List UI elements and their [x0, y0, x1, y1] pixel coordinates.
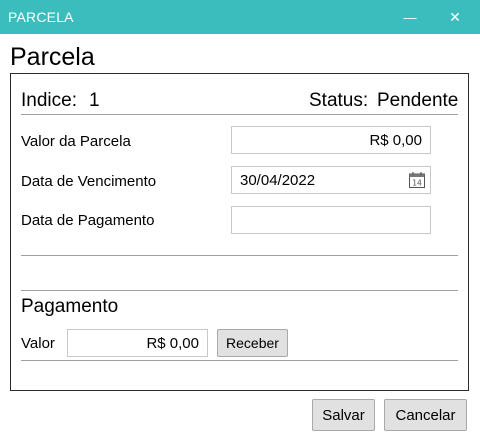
- minimize-icon: —: [403, 9, 417, 25]
- cancel-button-label: Cancelar: [395, 406, 456, 424]
- section-divider-2: [21, 290, 458, 291]
- pagamento-valor-label: Valor: [21, 335, 55, 352]
- header-divider: [21, 114, 458, 115]
- svg-text:14: 14: [412, 179, 422, 188]
- page-title: Parcela: [10, 43, 95, 71]
- parcela-panel: Indice: 1 Status: Pendente Valor da Parc…: [10, 73, 469, 391]
- receber-button[interactable]: Receber: [217, 329, 288, 357]
- save-button[interactable]: Salvar: [312, 399, 375, 431]
- data-pagamento-label: Data de Pagamento: [21, 212, 155, 229]
- valor-parcela-field[interactable]: R$ 0,00: [231, 126, 431, 154]
- data-vencimento-value: 30/04/2022: [240, 171, 316, 189]
- valor-parcela-label: Valor da Parcela: [21, 133, 131, 150]
- section-divider-3: [21, 360, 458, 361]
- status-value: Pendente: [377, 90, 459, 111]
- pagamento-valor-field[interactable]: R$ 0,00: [67, 329, 208, 357]
- save-button-label: Salvar: [322, 406, 365, 424]
- window-title: PARCELA: [8, 9, 74, 25]
- section-divider-1: [21, 255, 458, 256]
- close-button[interactable]: ✕: [435, 0, 475, 34]
- calendar-icon[interactable]: 14: [408, 171, 426, 189]
- window-titlebar: PARCELA — ✕: [0, 0, 480, 34]
- receber-button-label: Receber: [226, 335, 279, 351]
- data-vencimento-picker[interactable]: 30/04/2022 14: [231, 166, 431, 194]
- pagamento-valor-value: R$ 0,00: [146, 334, 199, 352]
- pagamento-section-title: Pagamento: [21, 296, 119, 317]
- cancel-button[interactable]: Cancelar: [384, 399, 467, 431]
- minimize-button[interactable]: —: [390, 0, 430, 34]
- indice-label: Indice:: [21, 90, 77, 111]
- indice-value: 1: [89, 90, 100, 111]
- status-label: Status:: [309, 90, 369, 111]
- data-vencimento-label: Data de Vencimento: [21, 173, 157, 190]
- data-pagamento-field[interactable]: [231, 206, 431, 234]
- valor-parcela-value: R$ 0,00: [369, 131, 422, 149]
- close-icon: ✕: [449, 8, 461, 25]
